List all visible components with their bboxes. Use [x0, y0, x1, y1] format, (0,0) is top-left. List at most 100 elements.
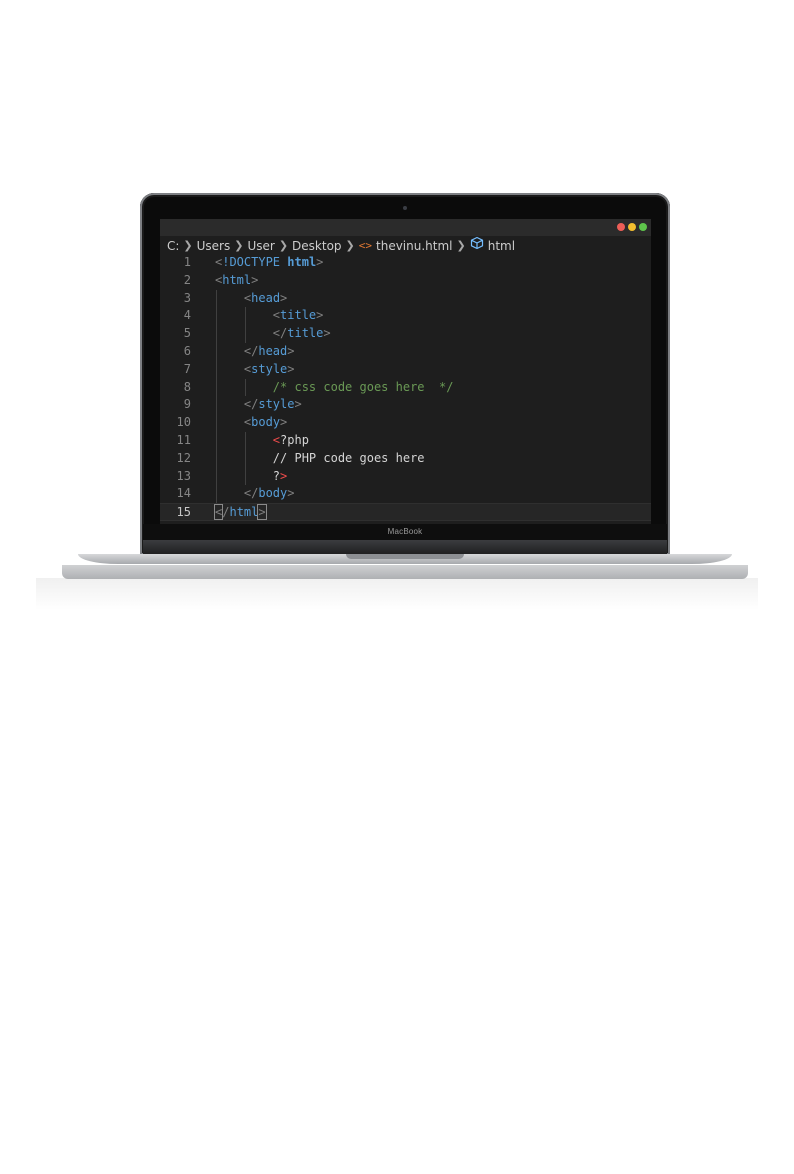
code-text: <html>: [215, 272, 258, 290]
line-number: 15: [176, 505, 191, 520]
code-token: head: [251, 290, 281, 305]
breadcrumb-item-user[interactable]: User: [247, 237, 274, 255]
code-token: title: [280, 308, 317, 323]
code-line[interactable]: 6 </head>: [160, 342, 651, 361]
code-line[interactable]: 1 <!DOCTYPE html>: [160, 254, 651, 272]
line-number: 6: [183, 343, 191, 358]
code-token: >: [323, 326, 331, 341]
code-line[interactable]: 11 <?php: [160, 431, 651, 450]
maximize-window-button[interactable]: [639, 223, 647, 231]
code-token: html: [229, 505, 259, 520]
code-text: <!DOCTYPE html>: [215, 254, 323, 272]
code-line[interactable]: 2 <html>: [160, 272, 651, 290]
code-token: head: [258, 343, 288, 358]
code-token: >: [280, 468, 288, 483]
code-line[interactable]: 7 <style>: [160, 360, 651, 379]
code-line[interactable]: 5 </title>: [160, 325, 651, 343]
bracket-match-highlight: >: [257, 504, 267, 521]
code-token: body: [251, 415, 281, 430]
code-token: </: [272, 326, 288, 341]
line-number: 10: [176, 415, 191, 430]
code-text: </title>: [215, 325, 331, 343]
code-text: </head>: [215, 343, 295, 361]
code-token: >: [280, 415, 288, 430]
line-number: 4: [183, 308, 191, 323]
line-number: 11: [176, 432, 191, 447]
code-text: ?>: [215, 468, 287, 486]
code-token: style: [251, 361, 288, 376]
window-titlebar: [160, 219, 651, 236]
code-text: <head>: [215, 290, 287, 308]
code-token: title: [287, 326, 324, 341]
breadcrumb-item-desktop[interactable]: Desktop: [292, 237, 342, 255]
line-number: 3: [183, 290, 191, 305]
code-area[interactable]: 1 <!DOCTYPE html> 2 <html> 3 <head> 4 <title>…: [160, 254, 651, 521]
line-number: 7: [183, 361, 191, 376]
breadcrumb-item-users[interactable]: Users: [197, 237, 231, 255]
code-token: !DOCTYPE: [222, 255, 288, 269]
code-line[interactable]: 14 </body>: [160, 485, 651, 504]
line-number: 13: [176, 468, 191, 483]
code-token: /* css code goes here */: [272, 379, 454, 394]
code-token: >: [287, 486, 295, 501]
code-text: // PHP code goes here: [215, 450, 425, 468]
code-token: >: [316, 255, 324, 269]
code-brackets-icon: <>: [358, 238, 373, 252]
code-token: ?: [215, 468, 281, 483]
code-token: >: [280, 290, 288, 305]
code-editor-screen: C: ❯ Users ❯ User ❯ Desktop ❯ <> thevinu.html ❯ htm…: [160, 219, 651, 524]
code-token: html: [287, 255, 317, 269]
chevron-right-icon: ❯: [456, 238, 466, 252]
code-line[interactable]: 8 /* css code goes here */: [160, 378, 651, 397]
breadcrumb-item-symbol[interactable]: html: [488, 237, 515, 255]
chevron-right-icon: ❯: [234, 238, 244, 252]
code-line[interactable]: 9 </style>: [160, 396, 651, 415]
code-token: style: [258, 397, 295, 412]
code-text: </body>: [215, 485, 295, 503]
code-line[interactable]: 4 <title>: [160, 307, 651, 326]
code-token: body: [258, 486, 288, 501]
breadcrumb-item-file[interactable]: thevinu.html: [376, 237, 453, 255]
line-number: 9: [183, 397, 191, 412]
line-number: 8: [183, 379, 191, 394]
code-token: >: [294, 397, 302, 412]
code-text: <style>: [215, 361, 295, 379]
code-token: >: [316, 308, 324, 323]
code-token: ?php: [280, 432, 309, 447]
code-token: </: [243, 397, 259, 412]
code-token: html: [222, 272, 252, 287]
code-text: <body>: [215, 414, 287, 432]
chevron-right-icon: ❯: [345, 238, 355, 252]
lid-opening-notch: [346, 554, 464, 559]
code-token: >: [287, 343, 295, 358]
close-window-button[interactable]: [617, 223, 625, 231]
code-line[interactable]: 3 <head>: [160, 289, 651, 308]
cube-icon: [470, 236, 484, 255]
code-text: </html>: [213, 504, 267, 522]
line-number: 1: [183, 255, 191, 269]
breadcrumb-item-drive[interactable]: C:: [167, 237, 179, 255]
code-line[interactable]: 10 <body>: [160, 414, 651, 432]
code-text: /* css code goes here */: [215, 379, 454, 397]
code-line[interactable]: 13 ?>: [160, 467, 651, 486]
code-token: // PHP code goes here: [215, 450, 425, 465]
code-line[interactable]: 12 // PHP code goes here: [160, 449, 651, 468]
line-number: 2: [183, 272, 191, 287]
breadcrumb: C: ❯ Users ❯ User ❯ Desktop ❯ <> thevinu.html ❯ htm…: [167, 236, 515, 254]
code-token: >: [251, 272, 259, 287]
code-text: <?php: [215, 432, 309, 450]
code-token: <: [272, 432, 281, 447]
code-line[interactable]: 15 </html>: [160, 503, 651, 521]
line-number: 14: [176, 486, 191, 501]
code-token: </: [243, 486, 259, 501]
minimize-window-button[interactable]: [628, 223, 636, 231]
